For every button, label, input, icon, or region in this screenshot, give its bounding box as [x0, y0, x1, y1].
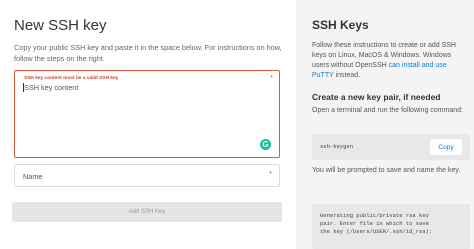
name-placeholder: Name — [23, 172, 43, 181]
required-marker: * — [269, 171, 272, 178]
output-line: the key (/Users/USER/.ssh/id_rsa): — [320, 228, 433, 235]
name-field[interactable]: Name * — [14, 164, 280, 187]
command-text: ssh-keygen — [320, 143, 354, 150]
terminal-output-box: Generating public/private rsa key pair. … — [312, 204, 470, 249]
key-placeholder: SSH key content — [24, 83, 79, 92]
add-ssh-key-button[interactable]: Add SSH Key — [12, 202, 282, 222]
grammarly-icon[interactable]: G — [260, 139, 271, 150]
output-line: pair. Enter file in which to save — [320, 220, 429, 227]
help-panel: SSH Keys Follow these instructions to cr… — [296, 0, 474, 249]
new-ssh-key-panel: New SSH key Copy your public SSH key and… — [0, 0, 296, 249]
step-save-key: You will be prompted to save and name th… — [312, 167, 461, 174]
help-title: SSH Keys — [312, 18, 369, 32]
help-intro: Follow these instructions to create or a… — [312, 41, 470, 81]
ssh-key-textarea[interactable]: SSH key content must be a valid SSH key … — [14, 70, 280, 158]
terminal-output: Generating public/private rsa key pair. … — [320, 212, 466, 236]
create-key-heading: Create a new key pair, if needed — [312, 92, 441, 102]
step-run-command: Open a terminal and run the following co… — [312, 107, 463, 114]
copy-button[interactable]: Copy — [430, 139, 462, 155]
help-intro-after: instead. — [333, 72, 361, 79]
intro-text: Copy your public SSH key and paste it in… — [14, 43, 282, 63]
command-box: ssh-keygen Copy — [312, 134, 470, 160]
page-title: New SSH key — [14, 17, 107, 34]
key-error-message: SSH key content must be a valid SSH key — [24, 76, 119, 81]
output-line: Generating public/private rsa key — [320, 212, 429, 219]
required-marker: * — [270, 75, 273, 82]
